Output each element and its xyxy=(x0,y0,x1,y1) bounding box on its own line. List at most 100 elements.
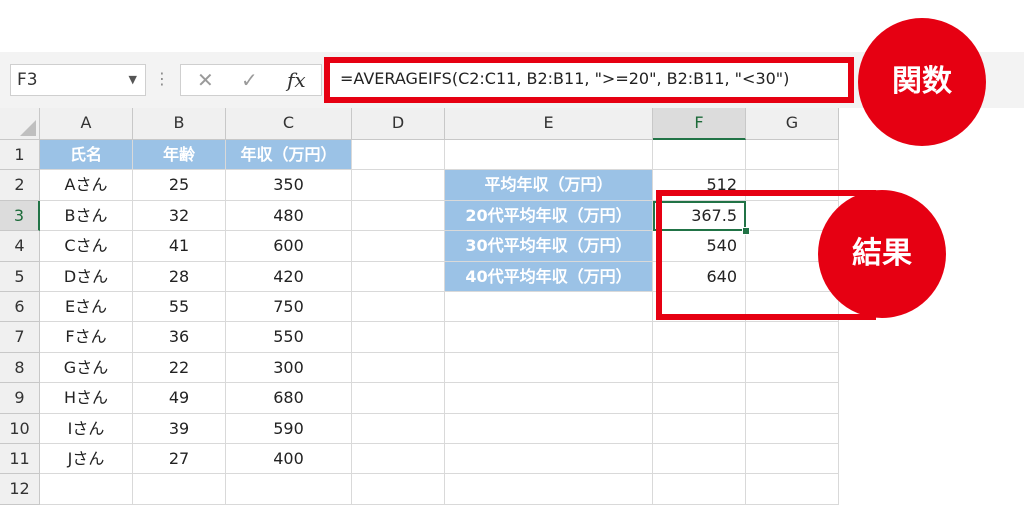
cell[interactable] xyxy=(445,474,653,505)
cell[interactable] xyxy=(653,444,746,475)
row-header-11[interactable]: 11 xyxy=(0,444,40,475)
table-cell[interactable]: 22 xyxy=(133,352,226,384)
cell[interactable] xyxy=(352,444,445,475)
table-cell[interactable]: 32 xyxy=(133,200,226,232)
row-header-10[interactable]: 10 xyxy=(0,413,40,444)
column-header-b[interactable]: B xyxy=(133,108,226,140)
cell[interactable] xyxy=(445,322,653,353)
insert-function-icon[interactable]: fx xyxy=(287,65,306,95)
table-cell[interactable]: 28 xyxy=(133,261,226,292)
row-header-4[interactable]: 4 xyxy=(0,231,40,262)
table-cell[interactable]: 27 xyxy=(133,444,226,475)
summary-label-cell[interactable]: 40代平均年収（万円） xyxy=(445,261,653,292)
cell[interactable] xyxy=(746,352,839,384)
table-header-cell[interactable]: 氏名 xyxy=(40,140,133,171)
cell[interactable] xyxy=(226,474,352,505)
cell[interactable] xyxy=(445,413,653,444)
table-cell[interactable]: Iさん xyxy=(40,413,133,444)
table-cell[interactable]: Hさん xyxy=(40,383,133,414)
table-cell[interactable]: Fさん xyxy=(40,322,133,353)
enter-icon[interactable]: ✓ xyxy=(241,65,258,95)
table-cell[interactable]: 25 xyxy=(133,170,226,201)
cell[interactable] xyxy=(746,322,839,353)
table-cell[interactable]: 300 xyxy=(226,352,352,384)
cell[interactable] xyxy=(352,140,445,171)
cell[interactable] xyxy=(352,292,445,323)
cell[interactable] xyxy=(133,474,226,505)
cell[interactable] xyxy=(352,170,445,201)
column-header-d[interactable]: D xyxy=(352,108,445,140)
table-cell[interactable]: 550 xyxy=(226,322,352,353)
table-cell[interactable]: Cさん xyxy=(40,231,133,262)
cell[interactable] xyxy=(445,383,653,414)
cell[interactable] xyxy=(352,231,445,262)
cell[interactable] xyxy=(445,444,653,475)
cell[interactable] xyxy=(746,140,839,171)
column-header-f[interactable]: F xyxy=(653,108,746,140)
table-cell[interactable]: 590 xyxy=(226,413,352,444)
row-header-9[interactable]: 9 xyxy=(0,383,40,414)
cell[interactable] xyxy=(352,383,445,414)
table-cell[interactable]: Bさん xyxy=(40,200,133,232)
table-cell[interactable]: Eさん xyxy=(40,292,133,323)
cell[interactable] xyxy=(352,474,445,505)
table-cell[interactable]: 36 xyxy=(133,322,226,353)
column-header-g[interactable]: G xyxy=(746,108,839,140)
row-header-1[interactable]: 1 xyxy=(0,140,40,171)
cell[interactable] xyxy=(352,322,445,353)
cell[interactable] xyxy=(352,261,445,292)
cancel-icon[interactable]: ✕ xyxy=(197,65,214,95)
cell[interactable] xyxy=(653,383,746,414)
column-header-c[interactable]: C xyxy=(226,108,352,140)
row-header-3[interactable]: 3 xyxy=(0,200,40,232)
table-cell[interactable]: Jさん xyxy=(40,444,133,475)
table-cell[interactable]: 39 xyxy=(133,413,226,444)
table-cell[interactable]: 680 xyxy=(226,383,352,414)
cell[interactable] xyxy=(653,322,746,353)
cell[interactable] xyxy=(352,200,445,232)
cell[interactable] xyxy=(653,474,746,505)
row-header-12[interactable]: 12 xyxy=(0,474,40,505)
cell[interactable] xyxy=(445,352,653,384)
table-header-cell[interactable]: 年収（万円） xyxy=(226,140,352,171)
table-cell[interactable]: 55 xyxy=(133,292,226,323)
function-callout: 関数 xyxy=(858,18,986,146)
cell[interactable] xyxy=(653,140,746,171)
chevron-down-icon[interactable]: ▼ xyxy=(129,65,137,95)
cell[interactable] xyxy=(445,292,653,323)
table-cell[interactable]: Gさん xyxy=(40,352,133,384)
cell[interactable] xyxy=(352,352,445,384)
cell[interactable] xyxy=(746,383,839,414)
table-cell[interactable]: 480 xyxy=(226,200,352,232)
table-cell[interactable]: Aさん xyxy=(40,170,133,201)
table-cell[interactable]: 600 xyxy=(226,231,352,262)
cell[interactable] xyxy=(746,444,839,475)
summary-label-cell[interactable]: 20代平均年収（万円） xyxy=(445,200,653,232)
column-header-a[interactable]: A xyxy=(40,108,133,140)
table-cell[interactable]: 350 xyxy=(226,170,352,201)
row-header-2[interactable]: 2 xyxy=(0,170,40,201)
row-header-6[interactable]: 6 xyxy=(0,292,40,323)
column-header-e[interactable]: E xyxy=(445,108,653,140)
cell[interactable] xyxy=(653,413,746,444)
row-header-7[interactable]: 7 xyxy=(0,322,40,353)
cell[interactable] xyxy=(746,474,839,505)
cell[interactable] xyxy=(40,474,133,505)
table-cell[interactable]: 41 xyxy=(133,231,226,262)
row-header-5[interactable]: 5 xyxy=(0,261,40,292)
summary-label-cell[interactable]: 30代平均年収（万円） xyxy=(445,231,653,262)
table-cell[interactable]: 420 xyxy=(226,261,352,292)
cell[interactable] xyxy=(352,413,445,444)
table-cell[interactable]: 49 xyxy=(133,383,226,414)
table-cell[interactable]: 400 xyxy=(226,444,352,475)
row-header-8[interactable]: 8 xyxy=(0,352,40,384)
name-box[interactable]: F3 ▼ xyxy=(10,64,146,96)
cell[interactable] xyxy=(746,413,839,444)
summary-label-cell[interactable]: 平均年収（万円） xyxy=(445,170,653,201)
table-cell[interactable]: Dさん xyxy=(40,261,133,292)
cell[interactable] xyxy=(653,352,746,384)
table-header-cell[interactable]: 年齢 xyxy=(133,140,226,171)
table-cell[interactable]: 750 xyxy=(226,292,352,323)
cell[interactable] xyxy=(445,140,653,171)
select-all-corner[interactable] xyxy=(0,108,40,140)
